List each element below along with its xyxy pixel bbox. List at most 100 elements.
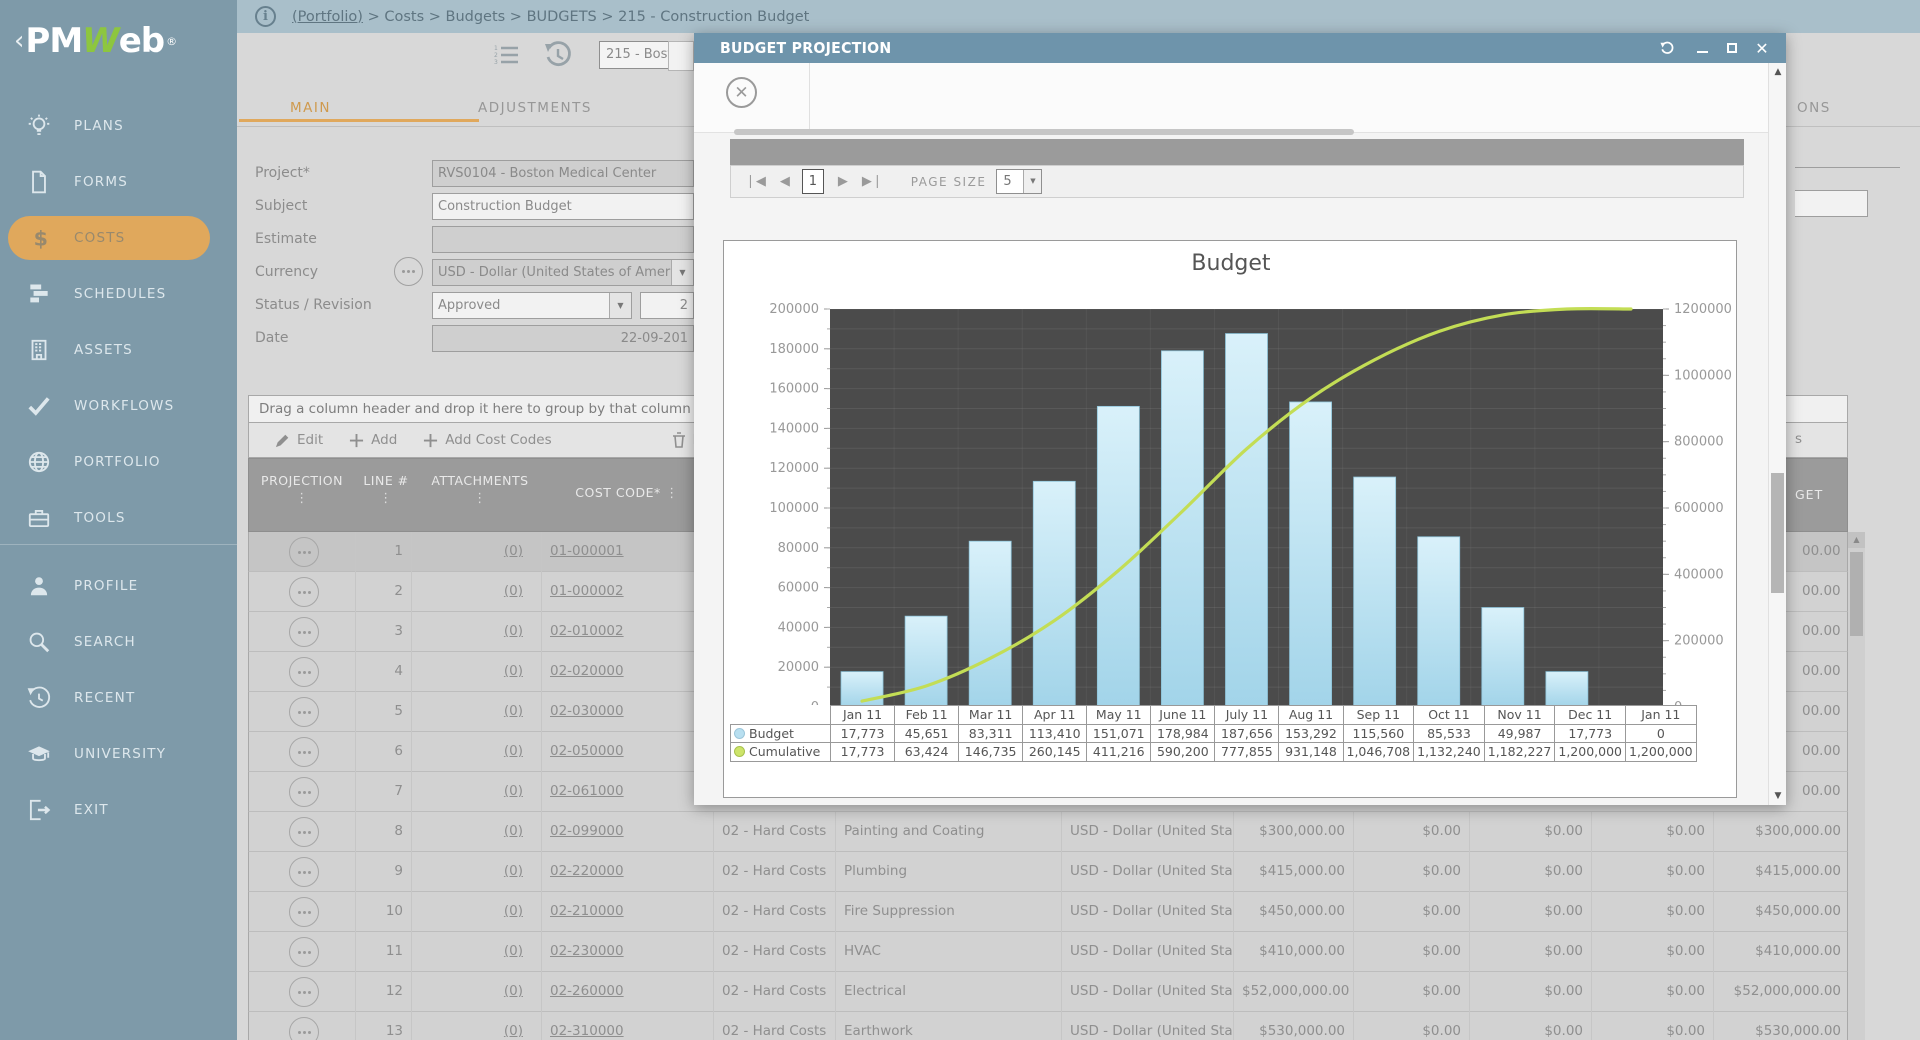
cell-code[interactable]: 02-260000 [541,972,713,1012]
cell-code[interactable]: 02-230000 [541,932,713,972]
column-header-cost-code-[interactable]: COST CODE* ⋮ [542,485,712,501]
row-menu-button[interactable] [289,737,319,767]
chevron-down-icon[interactable]: ▼ [609,293,631,318]
cell-attachments[interactable]: (0) [411,612,531,652]
cell-code[interactable]: 02-010002 [541,612,713,652]
sidebar-item-assets[interactable]: ASSETS [0,328,237,372]
page-size-select[interactable]: 5 ▼ [996,169,1042,194]
cell-code[interactable]: 02-020000 [541,652,713,692]
sidebar-item-exit[interactable]: EXIT [0,788,237,832]
sidebar-item-costs[interactable]: $COSTS [8,216,210,260]
cell-attachments[interactable]: (0) [411,812,531,852]
sidebar-item-workflows[interactable]: WORKFLOWS [0,384,237,428]
chevron-down-icon[interactable]: ▼ [1023,170,1041,193]
cell-attachments[interactable]: (0) [411,572,531,612]
info-icon[interactable]: i [255,6,276,27]
column-menu-icon[interactable]: ⋮ [242,491,362,506]
column-header-projection[interactable]: PROJECTION⋮ [242,473,362,506]
date-field[interactable]: 22-09-201 [432,325,694,352]
modal-horizontal-scrollbar[interactable] [734,129,1354,135]
table-row[interactable]: 10(0)02-21000002 - Hard CostsFire Suppre… [248,892,1848,932]
row-menu-button[interactable] [289,937,319,967]
row-menu-button[interactable] [289,897,319,927]
row-menu-button[interactable] [289,817,319,847]
minimize-icon[interactable] [1689,33,1715,63]
cell-code[interactable]: 02-099000 [541,812,713,852]
grid-scrollbar[interactable]: ▲ [1848,532,1865,1040]
cell-attachments[interactable]: (0) [411,852,531,892]
cell-attachments[interactable]: (0) [411,652,531,692]
sidebar-item-tools[interactable]: TOOLS [0,496,237,540]
cell-code[interactable]: 02-050000 [541,732,713,772]
currency-field[interactable]: USD - Dollar (United States of America) … [432,259,694,286]
refresh-icon[interactable] [1654,33,1680,63]
add-cost-codes-button[interactable]: Add Cost Codes [423,432,551,448]
scroll-up-icon[interactable]: ▲ [1848,532,1865,548]
sidebar-item-schedules[interactable]: SCHEDULES [0,272,237,316]
cell-code[interactable]: 02-310000 [541,1012,713,1040]
history-icon[interactable] [543,40,573,70]
scroll-down-icon[interactable]: ▼ [1769,787,1787,805]
table-row[interactable]: 11(0)02-23000002 - Hard CostsHVACUSD - D… [248,932,1848,972]
pmweb-logo[interactable]: ‹PMWeb® [0,0,237,82]
add-button[interactable]: Add [349,432,397,448]
row-menu-button[interactable] [289,1017,319,1040]
tab-main[interactable]: MAIN [290,100,331,116]
column-header-line-#[interactable]: LINE #⋮ [346,473,426,506]
cell-attachments[interactable]: (0) [411,1012,531,1040]
table-row[interactable]: 9(0)02-22000002 - Hard CostsPlumbingUSD … [248,852,1848,892]
cell-code[interactable]: 01-000001 [541,532,713,572]
revision-field[interactable]: 2 [640,292,694,319]
partial-toolbar-button[interactable] [668,41,694,71]
row-menu-button[interactable] [289,777,319,807]
sidebar-item-recent[interactable]: RECENT [0,676,237,720]
maximize-icon[interactable] [1719,33,1745,63]
sidebar-item-plans[interactable]: PLANS [0,104,237,148]
chevron-down-icon[interactable]: ▼ [671,260,693,285]
cell-attachments[interactable]: (0) [411,892,531,932]
column-header-attachments[interactable]: ATTACHMENTS⋮ [415,473,545,506]
close-icon[interactable]: ✕ [1749,33,1775,63]
table-row[interactable]: 8(0)02-09900002 - Hard CostsPainting and… [248,812,1848,852]
row-menu-button[interactable] [289,577,319,607]
prev-page-icon[interactable]: ◀ [780,174,790,189]
cell-attachments[interactable]: (0) [411,532,531,572]
cell-attachments[interactable]: (0) [411,932,531,972]
modal-scrollbar[interactable]: ▲ ▼ [1768,63,1786,805]
row-menu-button[interactable] [289,537,319,567]
project-field[interactable]: RVS0104 - Boston Medical Center [432,160,694,187]
sidebar-item-search[interactable]: SEARCH [0,620,237,664]
cell-code[interactable]: 02-220000 [541,852,713,892]
scrollbar-thumb[interactable] [1771,473,1784,593]
breadcrumb-portfolio-link[interactable]: (Portfolio) [292,9,363,25]
cell-code[interactable]: 02-061000 [541,772,713,812]
tab-adjustments[interactable]: ADJUSTMENTS [478,100,592,116]
cell-code[interactable]: 02-030000 [541,692,713,732]
sidebar-item-profile[interactable]: PROFILE [0,564,237,608]
close-circle-icon[interactable]: ✕ [726,77,757,108]
page-number-input[interactable]: 1 [802,169,824,194]
currency-lookup-button[interactable] [394,257,423,286]
last-page-icon[interactable]: ▶❘ [862,174,883,189]
row-menu-button[interactable] [289,617,319,647]
table-row[interactable]: 12(0)02-26000002 - Hard CostsElectricalU… [248,972,1848,1012]
subject-field[interactable]: Construction Budget [432,193,694,220]
cell-attachments[interactable]: (0) [411,772,531,812]
sidebar-item-university[interactable]: UNIVERSITY [0,732,237,776]
first-page-icon[interactable]: ❘◀ [745,174,766,189]
column-menu-icon[interactable]: ⋮ [665,486,679,501]
sidebar-item-portfolio[interactable]: PORTFOLIO [0,440,237,484]
row-menu-button[interactable] [289,977,319,1007]
modal-titlebar[interactable]: BUDGET PROJECTION ✕ [694,33,1786,63]
numbered-list-icon[interactable]: 123 [492,42,520,70]
tab-partial-right[interactable]: ONS [1797,100,1831,116]
scrollbar-thumb[interactable] [1850,552,1863,636]
status-dropdown[interactable]: Approved ▼ [432,292,632,319]
cell-code[interactable]: 01-000002 [541,572,713,612]
cell-code[interactable]: 02-210000 [541,892,713,932]
cell-attachments[interactable]: (0) [411,972,531,1012]
column-menu-icon[interactable]: ⋮ [415,491,545,506]
next-page-icon[interactable]: ▶ [838,174,848,189]
table-row[interactable]: 13(0)02-31000002 - Hard CostsEarthworkUS… [248,1012,1848,1040]
scroll-up-icon[interactable]: ▲ [1769,63,1787,81]
